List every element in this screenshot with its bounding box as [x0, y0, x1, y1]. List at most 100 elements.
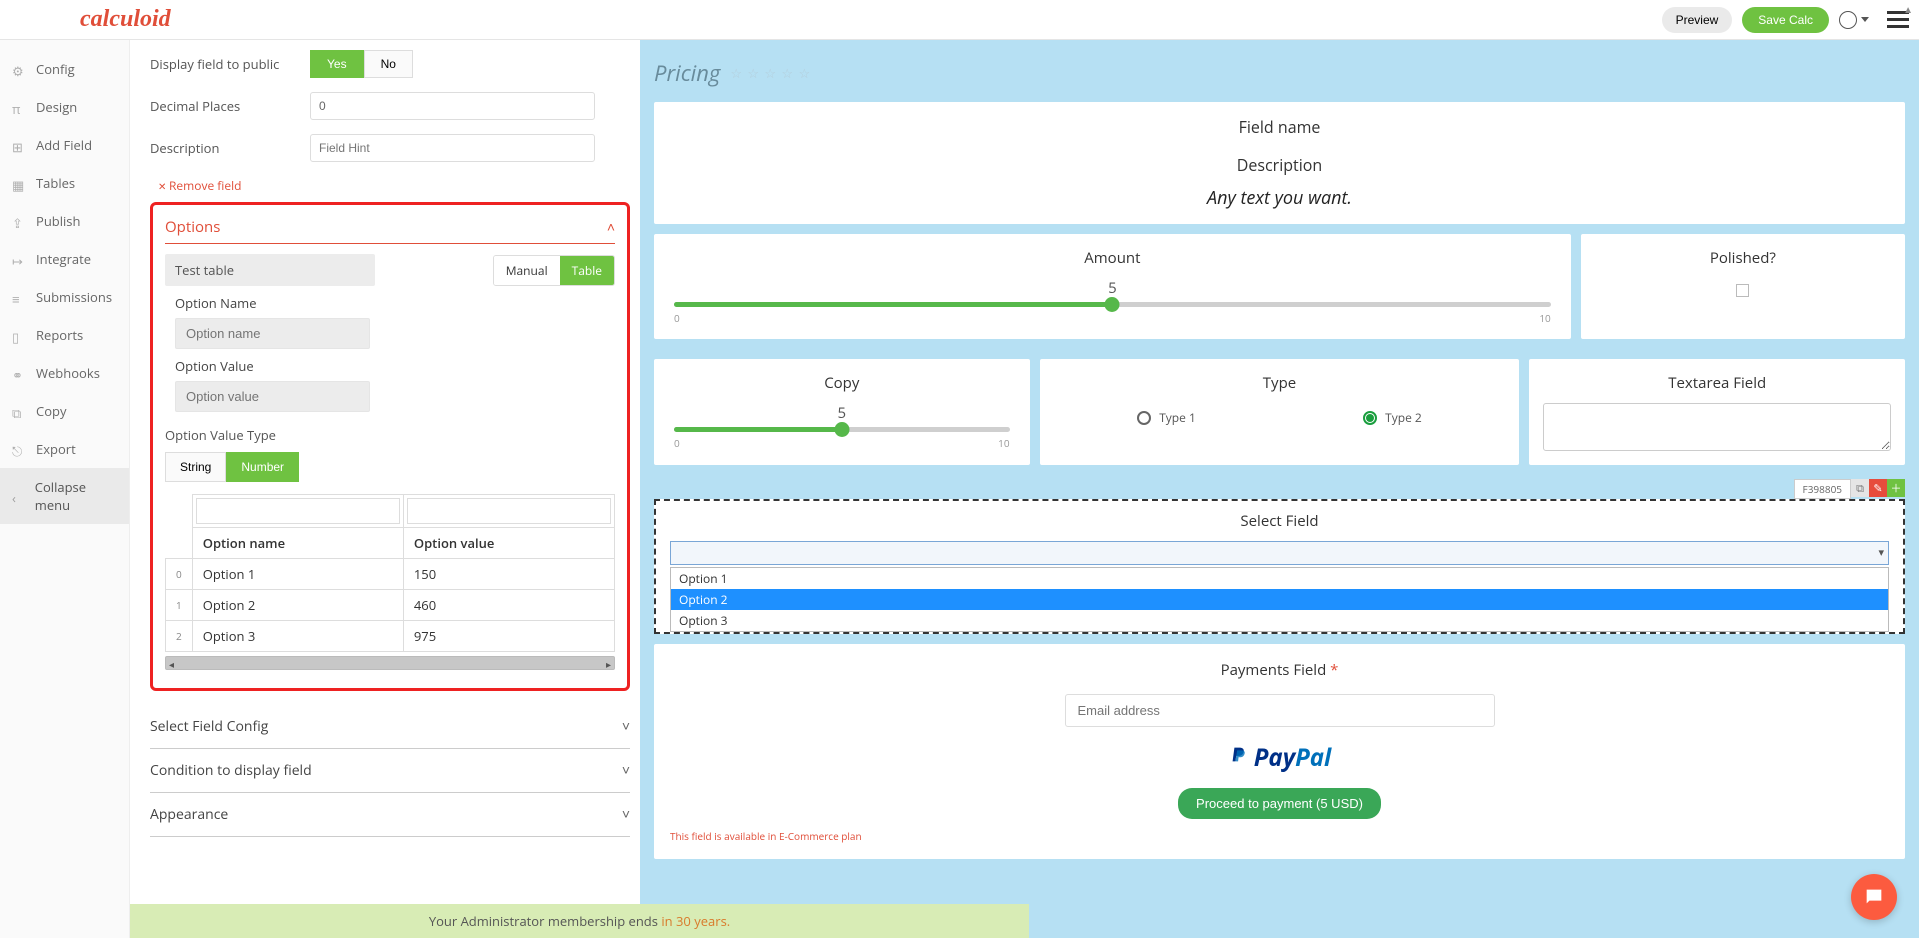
sidebar-item-submissions[interactable]: ≡Submissions	[0, 278, 129, 316]
option-name-input[interactable]	[175, 318, 370, 349]
copy-card: Copy 5 010	[654, 359, 1030, 465]
radio-icon	[1137, 411, 1151, 425]
sidebar-item-label: Design	[36, 98, 77, 116]
mode-manual-button[interactable]: Manual	[494, 256, 560, 285]
filter-name-input[interactable]	[196, 498, 400, 524]
collapse-menu-button[interactable]: ‹ Collapse menu	[0, 468, 129, 524]
preview-panel: Pricing ☆ ☆ ☆ ☆ ☆ Field name Description…	[640, 40, 1919, 938]
sidebar-item-config[interactable]: ⚙Config	[0, 50, 129, 88]
copy-title: Copy	[668, 373, 1016, 393]
amount-card: Amount 5 010	[654, 234, 1571, 339]
sidebar-item-label: Copy	[36, 402, 66, 420]
amount-value: 5	[674, 278, 1551, 298]
option-value-input[interactable]	[175, 381, 370, 412]
value-type-number-button[interactable]: Number	[226, 452, 299, 482]
chevron-down-icon: ˅	[622, 717, 630, 736]
edit-button[interactable]: ✎	[1869, 479, 1887, 497]
options-title: Options	[165, 217, 220, 237]
preview-button[interactable]: Preview	[1662, 7, 1733, 33]
sidebar-item-publish[interactable]: ⇪Publish	[0, 202, 129, 240]
payments-title: Payments Field *	[670, 660, 1889, 680]
sidebar-item-integrate[interactable]: ↦Integrate	[0, 240, 129, 278]
table-row[interactable]: 2Option 3975	[166, 621, 615, 652]
copy-slider[interactable]	[674, 427, 1010, 432]
design-icon: π	[12, 100, 26, 114]
option-value-type-label: Option Value Type	[165, 426, 615, 444]
proceed-payment-button[interactable]: Proceed to payment (5 USD)	[1178, 788, 1381, 819]
options-section: Options ˄ Test table Manual Table Option…	[150, 202, 630, 691]
sidebar-item-add-field[interactable]: ⊞Add Field	[0, 126, 129, 164]
rating-stars[interactable]: ☆ ☆ ☆ ☆ ☆	[730, 64, 811, 82]
sidebar-item-design[interactable]: π Design	[0, 88, 129, 126]
chevron-left-icon: ‹	[12, 489, 25, 503]
textarea-input[interactable]	[1543, 403, 1891, 451]
sidebar-item-webhooks[interactable]: ⚭ Webhooks	[0, 354, 129, 392]
mode-table-button[interactable]: Table	[560, 256, 614, 285]
field-config-panel: Display field to public Yes No Decimal P…	[130, 40, 640, 938]
condition-display-section[interactable]: Condition to display field˅	[150, 749, 630, 793]
select-field-config-section[interactable]: Select Field Config˅	[150, 705, 630, 749]
sidebar-item-label: Reports	[36, 326, 83, 344]
polished-checkbox[interactable]	[1736, 284, 1749, 297]
paypal-logo: PayPal	[670, 741, 1889, 774]
export-icon: ⎋	[12, 442, 26, 456]
horizontal-scrollbar[interactable]: ◂▸	[165, 656, 615, 670]
slider-thumb[interactable]	[834, 422, 849, 437]
type1-radio[interactable]: Type 1	[1137, 409, 1196, 426]
chat-button[interactable]	[1851, 874, 1897, 920]
decimal-places-label: Decimal Places	[150, 97, 310, 115]
webhook-icon: ⚭	[12, 366, 26, 380]
display-yes-button[interactable]: Yes	[310, 50, 364, 78]
amount-slider[interactable]	[674, 302, 1551, 307]
sidebar-item-tables[interactable]: ▦ Tables	[0, 164, 129, 202]
table-row[interactable]: 0Option 1150	[166, 559, 615, 590]
email-input[interactable]	[1065, 694, 1495, 727]
payments-card: Payments Field * PayPal Proceed to payme…	[654, 644, 1905, 859]
chevron-up-icon[interactable]: ˄	[607, 218, 615, 237]
display-field-label: Display field to public	[150, 55, 310, 73]
option-value-label: Option Value	[175, 357, 615, 375]
decimal-places-input[interactable]	[310, 92, 595, 120]
integrate-icon: ↦	[12, 252, 26, 266]
dropdown-option[interactable]: Option 3	[671, 610, 1888, 631]
sidebar-item-copy[interactable]: ⧉Copy	[0, 392, 129, 430]
remove-field-link[interactable]: Remove field	[158, 177, 241, 194]
type2-radio[interactable]: Type 2	[1363, 409, 1422, 426]
field-name-heading: Field name	[668, 116, 1891, 138]
options-mode-toggle: Manual Table	[493, 255, 615, 286]
polished-card: Polished?	[1581, 234, 1905, 339]
sidebar-item-label: Tables	[36, 174, 75, 192]
user-menu[interactable]	[1839, 11, 1869, 29]
table-row[interactable]: 1Option 2460	[166, 590, 615, 621]
options-table: Option nameOption value 0Option 1150 1Op…	[165, 494, 615, 652]
filter-value-input[interactable]	[407, 498, 611, 524]
appearance-section[interactable]: Appearance˅	[150, 793, 630, 837]
description-input[interactable]	[310, 134, 595, 162]
dropdown-option[interactable]: Option 2	[671, 589, 1888, 610]
select-dropdown[interactable]: ▾	[670, 541, 1889, 565]
table-icon: ▦	[12, 176, 26, 190]
collapse-label: Collapse menu	[35, 478, 117, 514]
sidebar-item-label: Submissions	[36, 288, 112, 306]
sidebar-item-export[interactable]: ⎋ Export	[0, 430, 129, 468]
table-name-input[interactable]: Test table	[165, 254, 375, 286]
sidebar-item-label: Export	[36, 440, 76, 458]
membership-footer: Your Administrator membership ends in 30…	[130, 904, 1029, 938]
sidebar-item-label: Webhooks	[36, 364, 100, 382]
sidebar-item-reports[interactable]: ▯ Reports	[0, 316, 129, 354]
value-type-toggle: String Number	[165, 452, 615, 482]
slider-thumb[interactable]	[1105, 297, 1120, 312]
sidebar: ⚙Config π Design ⊞Add Field ▦ Tables ⇪Publ…	[0, 40, 130, 938]
value-type-string-button[interactable]: String	[165, 452, 226, 482]
add-button[interactable]: ＋	[1887, 479, 1905, 497]
chart-icon: ▯	[12, 328, 26, 342]
description-heading: Description	[668, 154, 1891, 176]
textarea-card: Textarea Field	[1529, 359, 1905, 465]
dropdown-option[interactable]: Option 1	[671, 568, 1888, 589]
sidebar-item-label: Config	[36, 60, 75, 78]
save-calc-button[interactable]: Save Calc	[1742, 7, 1829, 33]
display-no-button[interactable]: No	[364, 50, 413, 78]
duplicate-button[interactable]: ⧉	[1851, 479, 1869, 497]
chat-icon	[1863, 886, 1885, 908]
calculator-title: Pricing	[654, 58, 720, 88]
